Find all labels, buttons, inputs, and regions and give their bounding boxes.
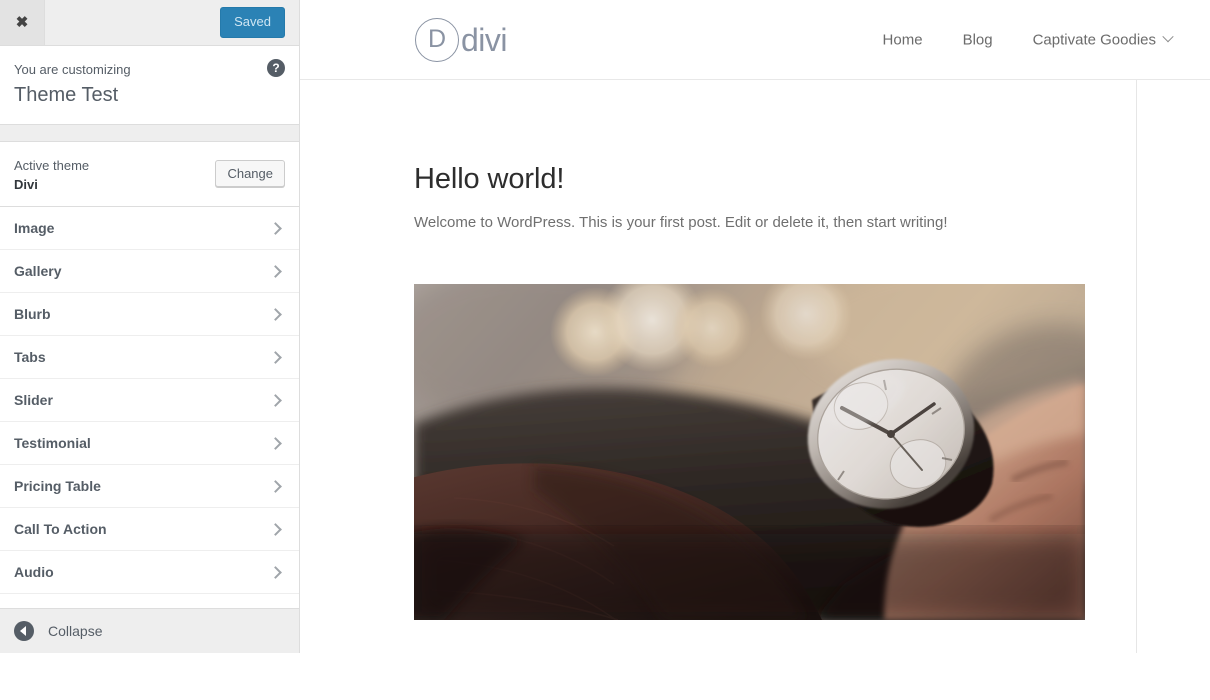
chevron-right-icon: [269, 436, 282, 450]
active-theme-info: Active theme Divi: [14, 156, 89, 193]
customizer-header: You are customizing Theme Test ?: [0, 46, 299, 125]
section-label: Tabs: [14, 349, 46, 365]
section-item-audio[interactable]: Audio: [0, 551, 299, 594]
post-excerpt: Welcome to WordPress. This is your first…: [414, 213, 948, 231]
chevron-right-icon: [269, 522, 282, 536]
collapse-label: Collapse: [48, 623, 103, 639]
close-x-glyph: ✖: [15, 14, 29, 31]
site-logo[interactable]: D divi: [415, 17, 508, 62]
section-label: Audio: [14, 564, 54, 580]
customizer-topbar: ✖ Saved: [0, 0, 299, 46]
nav-item-label: Blog: [962, 31, 993, 48]
nav-item-label: Captivate Goodies: [1032, 31, 1156, 48]
customizer-sidebar: ✖ Saved You are customizing Theme Test ?…: [0, 0, 300, 653]
nav-item-home[interactable]: Home: [863, 31, 943, 48]
active-theme-name: Divi: [14, 177, 38, 192]
site-preview-pane: D divi Home Blog Captivate Goodies Hello…: [300, 0, 1210, 653]
site-header: D divi Home Blog Captivate Goodies: [300, 0, 1210, 80]
section-label: Testimonial: [14, 435, 91, 451]
section-label: Call To Action: [14, 521, 107, 537]
post-article: Hello world! Welcome to WordPress. This …: [300, 80, 1136, 620]
site-title: Theme Test: [14, 83, 119, 106]
section-label: Blurb: [14, 306, 51, 322]
active-theme-label: Active theme: [14, 157, 90, 173]
customizer-screen: D divi Home Blog Captivate Goodies Hello…: [0, 0, 1210, 700]
primary-navigation: Home Blog Captivate Goodies: [863, 31, 1192, 48]
section-item-blurb[interactable]: Blurb: [0, 293, 299, 336]
section-label: Image: [14, 220, 55, 236]
nav-item-captivate-goodies[interactable]: Captivate Goodies: [1013, 31, 1192, 48]
chevron-right-icon: [269, 221, 282, 235]
collapse-sidebar-button[interactable]: Collapse: [0, 608, 299, 653]
section-label: Pricing Table: [14, 478, 101, 494]
divi-logo-mark-icon: D: [415, 17, 459, 62]
help-icon[interactable]: ?: [267, 59, 285, 77]
customizer-section-list: Image Gallery Blurb Tabs Slider Testimon…: [0, 207, 299, 608]
section-label: Gallery: [14, 263, 62, 279]
chevron-right-icon: [269, 307, 282, 321]
site-logo-text: divi: [461, 21, 508, 58]
change-theme-button[interactable]: Change: [215, 160, 285, 188]
chevron-right-icon: [269, 479, 282, 493]
nav-item-label: Home: [882, 31, 923, 48]
section-gap: [0, 124, 299, 141]
section-item-pricing-table[interactable]: Pricing Table: [0, 465, 299, 508]
chevron-right-icon: [269, 350, 282, 364]
section-item-testimonial[interactable]: Testimonial: [0, 422, 299, 465]
post-featured-image: [414, 283, 1085, 620]
section-item-gallery[interactable]: Gallery: [0, 250, 299, 293]
section-item-image[interactable]: Image: [0, 207, 299, 250]
active-theme-row: Active theme Divi Change: [0, 140, 299, 207]
save-button[interactable]: Saved: [220, 7, 285, 38]
close-icon[interactable]: ✖: [0, 0, 45, 45]
post-title: Hello world!: [414, 163, 565, 195]
chevron-right-icon: [269, 393, 282, 407]
customizing-kicker: You are customizing: [14, 62, 131, 77]
section-item-call-to-action[interactable]: Call To Action: [0, 508, 299, 551]
nav-item-blog[interactable]: Blog: [943, 31, 1013, 48]
section-label: Slider: [14, 392, 53, 408]
chevron-right-icon: [269, 264, 282, 278]
section-item-slider[interactable]: Slider: [0, 379, 299, 422]
chevron-right-icon: [269, 565, 282, 579]
section-item-tabs[interactable]: Tabs: [0, 336, 299, 379]
content-sidebar-divider: [1136, 80, 1137, 653]
chevron-down-icon: [1162, 31, 1174, 43]
collapse-arrow-left-icon: [14, 621, 34, 641]
